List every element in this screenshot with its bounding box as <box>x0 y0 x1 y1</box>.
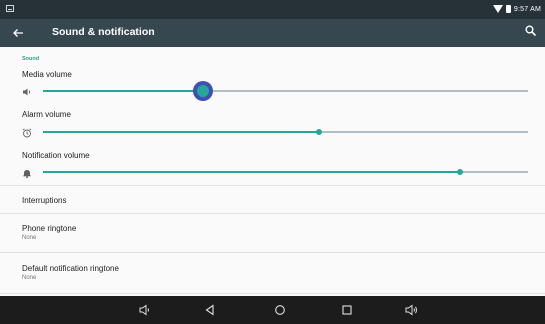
divider <box>0 293 545 294</box>
default-notification-ringtone-row[interactable]: Default notification ringtone None <box>0 253 545 293</box>
app-bar: Sound & notification <box>0 19 545 47</box>
screen: 9:57 AM Sound & notification Sound Media… <box>0 0 545 324</box>
phone-ringtone-title: Phone ringtone <box>22 224 77 233</box>
interruptions-title: Interruptions <box>22 196 67 205</box>
notification-volume-fill <box>43 170 461 173</box>
navigation-bar <box>0 296 545 324</box>
alarm-clock-icon[interactable] <box>21 126 33 138</box>
status-time: 9:57 AM <box>513 5 541 13</box>
phone-ringtone-row[interactable]: Phone ringtone None <box>0 214 545 252</box>
interruptions-row[interactable]: Interruptions <box>0 186 545 213</box>
wifi-icon <box>492 5 503 13</box>
recents-icon <box>342 305 352 315</box>
section-header-sound: Sound <box>22 56 40 62</box>
back-nav-button[interactable] <box>202 302 218 318</box>
alarm-volume-slider[interactable] <box>43 126 528 138</box>
recents-nav-button[interactable] <box>339 302 355 318</box>
back-button[interactable] <box>8 23 28 43</box>
default-notification-ringtone-title: Default notification ringtone <box>22 264 119 273</box>
alarm-volume-fill <box>43 130 320 133</box>
media-volume-slider[interactable] <box>43 81 528 101</box>
default-notification-ringtone-summary: None <box>22 275 37 281</box>
media-volume-fill <box>43 89 204 92</box>
volume-down-icon <box>139 304 149 316</box>
bell-icon[interactable] <box>21 166 33 179</box>
media-volume-thumb[interactable] <box>193 81 214 101</box>
battery-icon <box>505 5 511 13</box>
notification-volume-slider[interactable] <box>43 166 528 178</box>
notification-volume-thumb[interactable] <box>457 169 464 175</box>
alarm-volume-thumb[interactable] <box>316 129 323 135</box>
back-icon <box>205 304 214 316</box>
phone-ringtone-summary: None <box>22 235 37 241</box>
volume-up-icon <box>405 304 417 316</box>
settings-content: Sound Media volume Alarm volume Notifica… <box>0 47 545 296</box>
alarm-volume-label: Alarm volume <box>22 110 71 119</box>
media-volume-label: Media volume <box>22 70 72 79</box>
status-bar: 9:57 AM <box>0 0 545 19</box>
speaker-icon[interactable] <box>21 85 33 97</box>
notification-icon <box>6 5 14 12</box>
notification-volume-label: Notification volume <box>22 151 90 160</box>
volume-up-button[interactable] <box>404 302 420 318</box>
volume-down-button[interactable] <box>137 302 153 318</box>
page-title: Sound & notification <box>52 26 155 38</box>
search-icon <box>525 25 537 37</box>
back-arrow-icon <box>13 29 23 37</box>
search-button[interactable] <box>524 24 538 38</box>
status-bar-right: 9:57 AM <box>492 3 541 15</box>
home-nav-button[interactable] <box>272 302 288 318</box>
home-icon <box>275 305 285 315</box>
